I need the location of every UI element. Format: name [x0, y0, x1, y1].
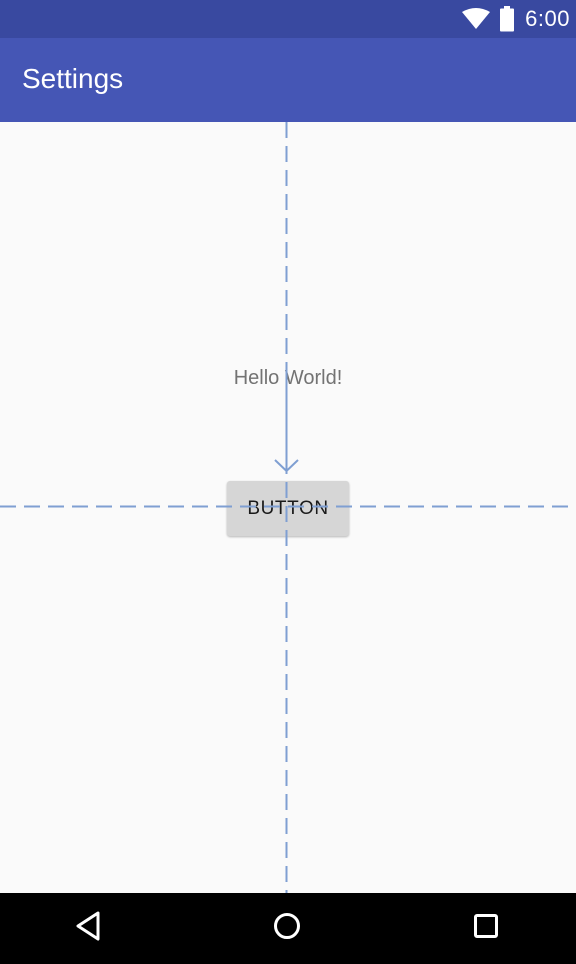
- main-button[interactable]: BUTTON: [227, 481, 349, 536]
- hello-world-text: Hello World!: [233, 367, 343, 389]
- clock: 6:00: [525, 6, 570, 31]
- status-bar: 6:00: [0, 0, 576, 38]
- home-button[interactable]: [247, 893, 327, 964]
- page-title: Settings: [22, 63, 124, 94]
- recents-button[interactable]: [446, 893, 526, 964]
- navigation-bar: [0, 893, 576, 964]
- back-icon: [74, 911, 102, 946]
- back-button[interactable]: [48, 893, 128, 964]
- app-bar: Settings: [0, 38, 576, 122]
- content-area: Hello World! BUTTON: [0, 122, 576, 893]
- home-icon: [272, 911, 302, 946]
- battery-icon: [499, 6, 515, 32]
- recents-icon: [473, 913, 499, 944]
- constraint-arrow-icon: [274, 459, 299, 473]
- status-icons: 6:00: [461, 0, 570, 38]
- wifi-icon: [461, 8, 491, 30]
